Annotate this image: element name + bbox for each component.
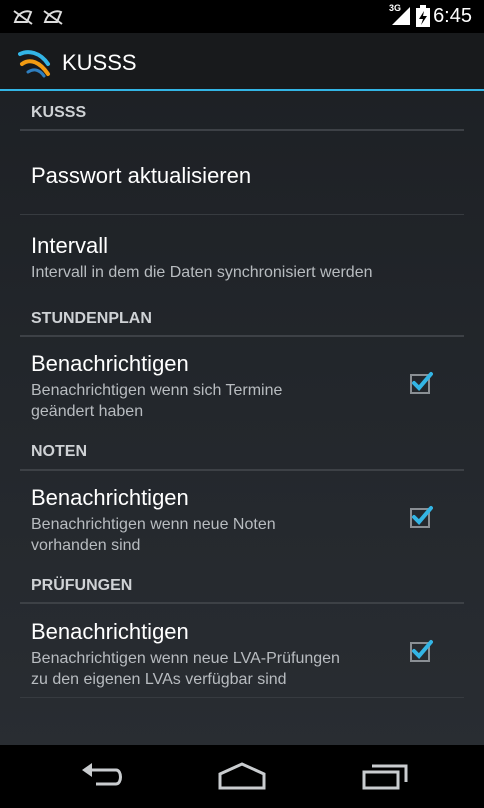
pref-title: Benachrichtigen — [31, 485, 189, 510]
item-divider — [20, 697, 464, 698]
category-noten: NOTEN — [31, 443, 87, 460]
category-divider — [20, 129, 464, 131]
category-pruefungen: PRÜFUNGEN — [31, 577, 133, 594]
pref-summary: Intervall in dem die Daten synchronisier… — [31, 264, 373, 281]
home-icon[interactable] — [216, 760, 268, 792]
pref-summary-line2: geändert haben — [31, 403, 144, 420]
pref-title: Passwort aktualisieren — [31, 163, 252, 188]
pref-title: Intervall — [31, 233, 109, 258]
app-title: KUSSS — [62, 50, 137, 75]
signal-icon — [392, 7, 410, 25]
pref-summary-line1: Benachrichtigen wenn neue Noten — [31, 516, 276, 533]
pref-title: Benachrichtigen — [31, 619, 189, 644]
pref-summary-line2: zu den eigenen LVAs verfügbar sind — [31, 671, 287, 688]
item-divider — [20, 214, 464, 215]
action-bar-divider — [0, 89, 484, 91]
pref-summary-line2: vorhanden sind — [31, 537, 141, 554]
pref-title: Benachrichtigen — [31, 351, 189, 376]
clock: 6:45 — [433, 5, 472, 27]
checkbox-checked-icon[interactable] — [409, 505, 433, 529]
category-divider — [20, 469, 464, 471]
battery-icon — [416, 5, 430, 27]
notification-icon — [13, 10, 33, 25]
app-logo-icon[interactable] — [18, 48, 52, 78]
navigation-bar — [0, 745, 484, 808]
recent-apps-icon[interactable] — [360, 760, 410, 792]
category-divider — [20, 602, 464, 604]
category-divider — [20, 335, 464, 337]
checkbox-checked-icon[interactable] — [409, 371, 433, 395]
category-kusss: KUSSS — [31, 104, 87, 121]
pref-summary-line1: Benachrichtigen wenn neue LVA-Prüfungen — [31, 650, 340, 667]
checkbox-checked-icon[interactable] — [409, 639, 433, 663]
back-icon[interactable] — [78, 760, 124, 792]
notification-icon — [43, 10, 63, 25]
pref-summary-line1: Benachrichtigen wenn sich Termine — [31, 382, 283, 399]
status-bar: 3G 6:45 — [0, 0, 484, 33]
category-stundenplan: STUNDENPLAN — [31, 310, 152, 327]
